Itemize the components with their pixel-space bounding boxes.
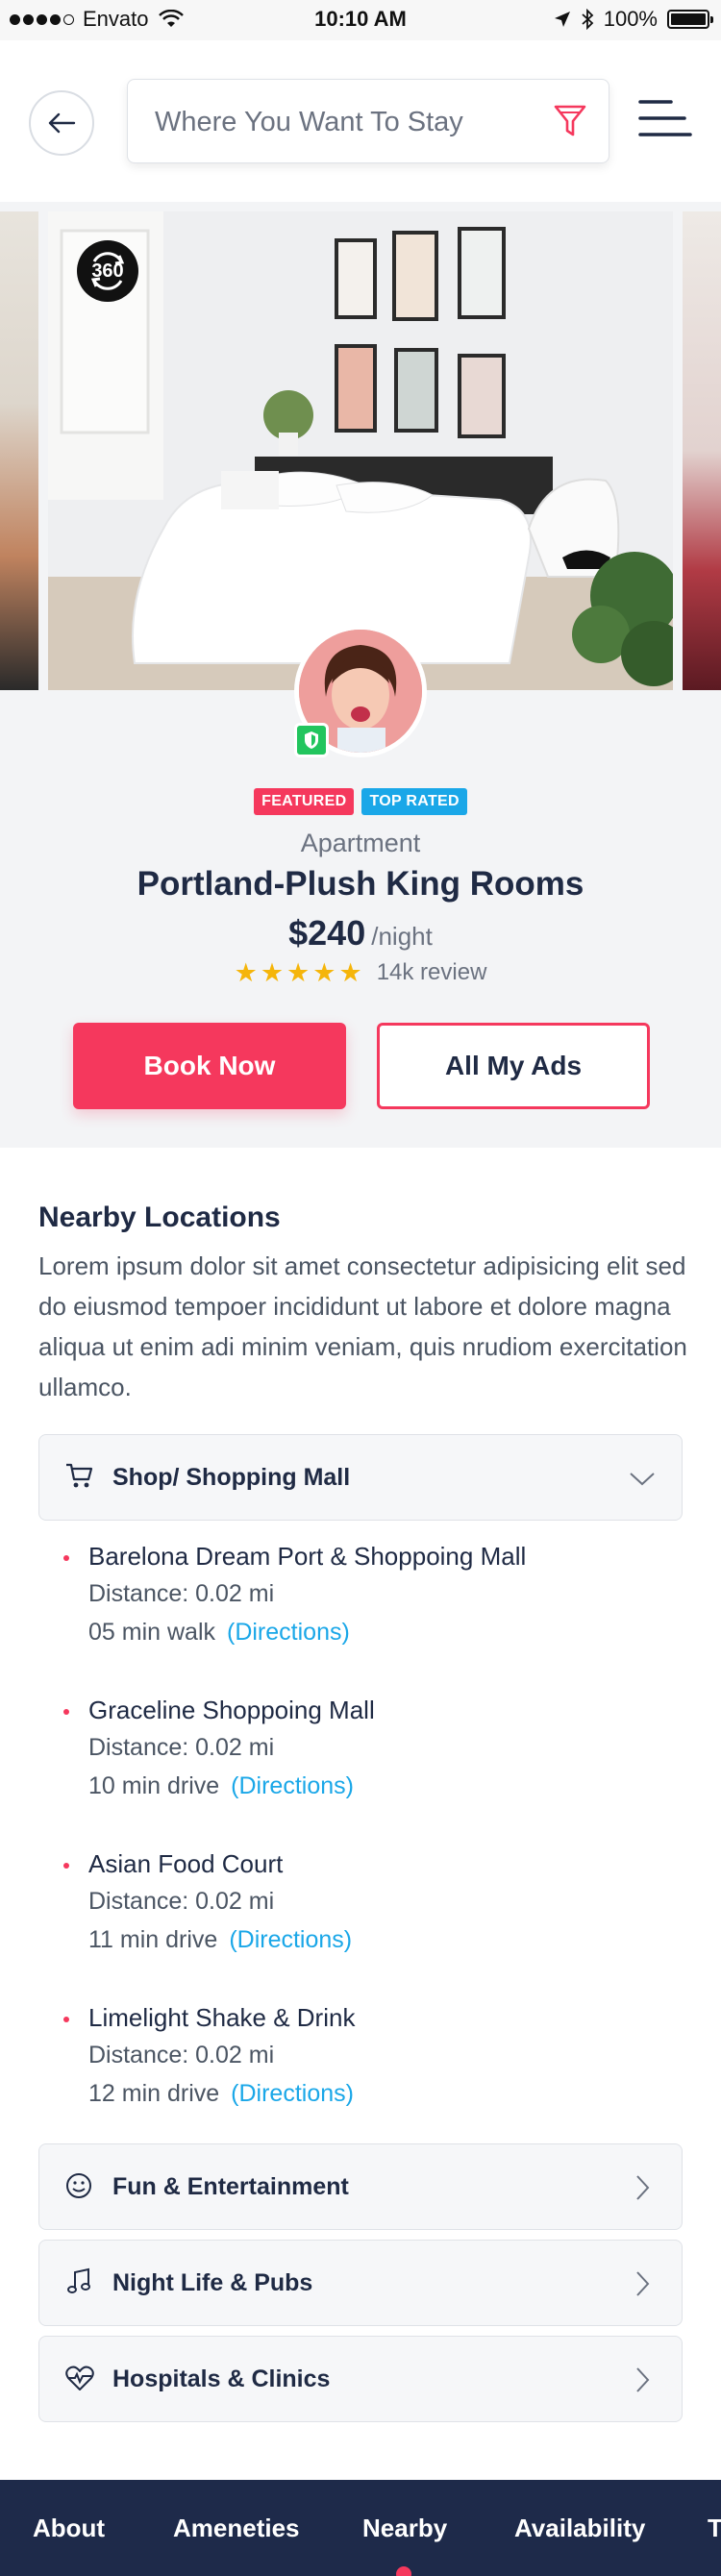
star-icon: ★ <box>338 957 362 987</box>
place-distance: Distance: 0.02 mi <box>88 1888 275 1915</box>
active-tab-indicator <box>396 2566 411 2576</box>
search-box[interactable] <box>127 79 609 164</box>
listing-tags: FEATURED TOP RATED <box>0 788 721 815</box>
battery-icon <box>667 10 713 29</box>
price: $240/night <box>0 913 721 954</box>
photo-gallery[interactable]: 360 <box>0 202 721 692</box>
price-amount: $240 <box>288 913 366 953</box>
review-count: 14k review <box>376 959 487 985</box>
star-icon: ★ <box>234 957 258 987</box>
directions-link[interactable]: (Directions) <box>229 1926 352 1953</box>
chevron-right-icon <box>636 2367 650 2392</box>
badge-360-label: 360 <box>91 260 124 282</box>
music-note-icon <box>67 2267 90 2293</box>
rating: ★ ★ ★ ★ ★ 14k review <box>0 959 721 986</box>
previous-photo[interactable] <box>0 211 38 690</box>
price-unit: /night <box>371 922 433 951</box>
top-rated-badge: TOP RATED <box>361 788 467 815</box>
next-photo[interactable] <box>683 211 721 690</box>
place-name: Barelona Dream Port & Shoppoing Mall <box>88 1542 527 1571</box>
back-button[interactable] <box>29 90 94 156</box>
category-label: Night Life & Pubs <box>112 2269 313 2296</box>
star-icon: ★ <box>312 957 336 987</box>
category-hospitals[interactable]: Hospitals & Clinics <box>38 2336 683 2422</box>
list-item: Asian Food Court Distance: 0.02 mi 11 mi… <box>63 1849 679 1965</box>
category-label: Shop/ Shopping Mall <box>112 1464 351 1491</box>
directions-link[interactable]: (Directions) <box>227 1619 350 1646</box>
list-item: Graceline Shoppoing Mall Distance: 0.02 … <box>63 1696 679 1811</box>
smiley-icon <box>66 2173 91 2198</box>
bullet <box>63 1709 69 1715</box>
category-night-life[interactable]: Night Life & Pubs <box>38 2240 683 2326</box>
nearby-description: Lorem ipsum dolor sit amet consectetur a… <box>38 1251 687 1401</box>
verified-shield-icon <box>294 723 329 757</box>
chevron-right-icon <box>636 2271 650 2296</box>
chevron-down-icon <box>630 1473 655 1486</box>
category-fun-entertainment[interactable]: Fun & Entertainment <box>38 2143 683 2230</box>
tab-nearby[interactable]: Nearby <box>362 2480 447 2576</box>
featured-badge: FEATURED <box>254 788 355 815</box>
tab-about[interactable]: About <box>33 2480 105 2576</box>
bottom-tab-bar: About Ameneties Nearby Availability T <box>0 2480 721 2576</box>
place-time: 05 min walk (Directions) <box>88 1619 350 1646</box>
top-header <box>0 40 721 203</box>
property-title: Portland-Plush King Rooms <box>137 865 584 903</box>
place-time: 10 min drive (Directions) <box>88 1772 354 1799</box>
tab-availability[interactable]: Availability <box>514 2480 645 2576</box>
battery-percent: 100% <box>603 7 658 31</box>
shopping-cart-icon <box>66 1463 93 1488</box>
category-label: Fun & Entertainment <box>112 2173 349 2200</box>
place-name: Limelight Shake & Drink <box>88 2003 356 2032</box>
directions-link[interactable]: (Directions) <box>231 1772 354 1799</box>
tab-ameneties[interactable]: Ameneties <box>173 2480 300 2576</box>
status-right: 100% <box>554 7 713 32</box>
bullet <box>63 2017 69 2022</box>
back-arrow-icon <box>48 112 76 134</box>
place-distance: Distance: 0.02 mi <box>88 2042 275 2068</box>
category-label: Hospitals & Clinics <box>112 2365 331 2392</box>
bullet <box>63 1863 69 1869</box>
place-time: 11 min drive (Directions) <box>88 1926 353 1953</box>
tab-more[interactable]: T <box>708 2480 721 2576</box>
heart-pulse-icon <box>65 2365 94 2390</box>
star-icon: ★ <box>286 957 311 987</box>
directions-link[interactable]: (Directions) <box>231 2080 354 2107</box>
category-shopping[interactable]: Shop/ Shopping Mall <box>38 1434 683 1521</box>
list-item: Limelight Shake & Drink Distance: 0.02 m… <box>63 2003 679 2118</box>
bluetooth-icon <box>582 9 594 30</box>
bullet <box>63 1555 69 1561</box>
main-photo[interactable] <box>48 211 673 690</box>
place-name: Asian Food Court <box>88 1849 284 1878</box>
search-input[interactable] <box>153 80 541 164</box>
status-bar: Envato 10:10 AM 100% <box>0 0 721 40</box>
bedroom-photo <box>48 211 673 690</box>
property-type: Apartment <box>300 829 421 857</box>
list-item: Barelona Dream Port & Shoppoing Mall Dis… <box>63 1542 679 1657</box>
location-arrow-icon <box>554 12 570 27</box>
star-icon: ★ <box>260 957 285 987</box>
book-now-button[interactable]: Book Now <box>73 1023 346 1109</box>
place-distance: Distance: 0.02 mi <box>88 1734 275 1761</box>
place-distance: Distance: 0.02 mi <box>88 1580 275 1607</box>
chevron-right-icon <box>636 2175 650 2200</box>
filter-icon[interactable] <box>553 103 587 139</box>
place-time: 12 min drive (Directions) <box>88 2080 354 2107</box>
all-my-ads-button[interactable]: All My Ads <box>377 1023 650 1109</box>
nearby-title: Nearby Locations <box>38 1201 281 1233</box>
view-360-button[interactable]: 360 <box>77 240 138 302</box>
menu-icon[interactable] <box>638 98 692 138</box>
place-name: Graceline Shoppoing Mall <box>88 1696 375 1724</box>
